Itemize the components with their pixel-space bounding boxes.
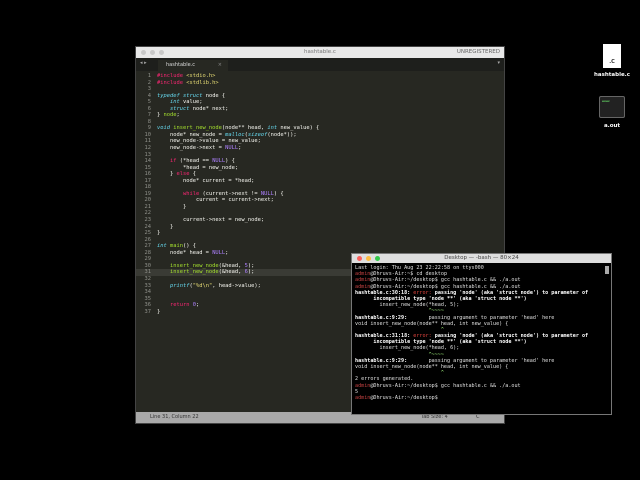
desktop-icon-a-out[interactable]: exec a.out — [590, 96, 634, 129]
terminal-titlebar: Desktop — -bash — 80×24 — [352, 254, 611, 263]
code-text: while (current->next != NULL) { — [182, 190, 284, 197]
window-controls[interactable] — [357, 256, 380, 261]
code-text: #include <stdio.h> — [157, 73, 216, 79]
terminal-text: @Dhruvs-Air:~/desktop$ — [370, 394, 441, 401]
terminal-title: Desktop — -bash — 80×24 — [444, 255, 519, 261]
terminal-text: @Dhruvs-Air:~/desktop$ gcc hashtable.c &… — [370, 283, 521, 290]
close-button[interactable] — [357, 256, 362, 261]
code-text: struct node* next; — [169, 105, 229, 112]
zoom-button[interactable] — [375, 256, 380, 261]
code-text: printf("%d\n", head->value); — [169, 282, 261, 289]
minimize-button[interactable] — [150, 50, 155, 55]
code-text: int value; — [169, 99, 203, 106]
terminal-text: passing argument to parameter 'head' her… — [410, 314, 555, 321]
terminal-text: ^ — [355, 370, 444, 377]
terminal-text: ^~~~~ — [355, 308, 444, 315]
terminal-text: admin — [355, 382, 371, 389]
window-controls[interactable] — [141, 50, 164, 55]
terminal-text: ^ — [355, 326, 444, 333]
minimize-button[interactable] — [366, 256, 371, 261]
code-text: *head = new_node; — [157, 164, 239, 171]
terminal-text: insert_new_node(*head, 6); — [355, 345, 460, 352]
cursor-position: Line 31, Column 22 — [150, 414, 199, 420]
code-text: node* current = *head; — [157, 177, 255, 184]
code-text: } — [157, 203, 187, 210]
terminal-text: 5 — [355, 388, 359, 395]
zoom-button[interactable] — [159, 50, 164, 55]
terminal-text: void insert_new_node(node** head, int ne… — [355, 320, 509, 327]
window-title: hashtable.c — [304, 49, 336, 55]
terminal-text: passing 'node' (aka 'struct node') to pa… — [434, 289, 589, 296]
code-text: new_node->value = new_value; — [157, 138, 261, 145]
unregistered-label: UNREGISTERED — [456, 49, 500, 55]
code-text: void insert_new_node(node** head, int ne… — [157, 125, 320, 132]
code-text: current = current->next; — [157, 197, 274, 204]
tab-menu-chevron-icon[interactable]: ▾ — [497, 60, 500, 66]
code-text: if (*head == NULL) { — [169, 158, 235, 165]
terminal-text: incompatible type 'node **' (aka 'struct… — [355, 295, 527, 302]
desktop-icon-hashtable-c[interactable]: .C hashtable.c — [590, 44, 634, 78]
code-text: } else { — [157, 171, 196, 178]
terminal-text: error: — [413, 333, 435, 340]
terminal-text: incompatible type 'node **' (aka 'struct… — [355, 339, 527, 346]
code-text: } — [157, 308, 161, 315]
code-text: } node; — [157, 112, 180, 119]
close-button[interactable] — [141, 50, 146, 55]
terminal-text: void insert_new_node(node** head, int ne… — [355, 364, 509, 370]
executable-icon: exec — [599, 96, 625, 118]
terminal-line: admin@Dhruvs-Air:~/desktop$ — [355, 395, 608, 401]
code-text: new_node->next = NULL; — [157, 145, 242, 152]
code-text: typedef struct node { — [157, 92, 226, 99]
code-text: insert_new_node(&head, 6); — [169, 269, 255, 276]
terminal-text: Last login: Thu Aug 23 22:22:58 on ttys0… — [355, 265, 484, 271]
terminal-text: admin — [355, 394, 371, 401]
code-text: current->next = new_node; — [157, 217, 265, 224]
tab-bar: ◂ ▸ hashtable.c × ▾ — [136, 58, 504, 71]
c-file-icon: .C — [603, 44, 621, 68]
tab-close-icon[interactable]: × — [218, 60, 222, 71]
code-text: node* head = NULL; — [157, 249, 229, 256]
scrollbar[interactable] — [605, 266, 609, 274]
icon-label: hashtable.c — [593, 72, 631, 78]
terminal-text: admin — [355, 277, 371, 284]
terminal-window: Desktop — -bash — 80×24 Last login: Thu … — [351, 253, 612, 415]
terminal-text: hashtable.c:9:29: — [355, 357, 411, 364]
code-text: return 0; — [169, 302, 200, 309]
tab-hashtable-c[interactable]: hashtable.c × — [158, 60, 228, 71]
icon-label: a.out — [603, 123, 621, 129]
terminal-text: insert_new_node(*head, 5); — [355, 302, 460, 309]
terminal-text: admin — [355, 283, 371, 290]
terminal-text: @Dhruvs-Air:~$ cd desktop — [370, 271, 448, 278]
code-text: insert_new_node(&head, 5); — [169, 262, 255, 269]
terminal-text: hashtable.c:30:18: — [355, 289, 414, 296]
terminal-output[interactable]: Last login: Thu Aug 23 22:22:58 on ttys0… — [352, 263, 611, 403]
tab-label: hashtable.c — [166, 62, 196, 68]
tab-nav-arrows-icon[interactable]: ◂ ▸ — [140, 60, 147, 66]
terminal-text: error: — [413, 289, 435, 296]
code-text: int main() { — [157, 243, 196, 250]
terminal-text: passing 'node' (aka 'struct node') to pa… — [434, 333, 589, 340]
terminal-text: 2 errors generated. — [355, 376, 414, 383]
code-text: } — [157, 230, 161, 237]
terminal-text: admin — [355, 271, 371, 278]
terminal-text: ^~~~~ — [355, 351, 444, 358]
terminal-text: @Dhruvs-Air:~/desktop$ gcc hashtable.c &… — [370, 382, 521, 389]
terminal-text: @Dhruvs-Air:~/desktop$ gcc hashtable.c &… — [370, 277, 521, 284]
terminal-text: hashtable.c:31:18: — [355, 333, 414, 340]
code-text: #include <stdlib.h> — [157, 79, 219, 86]
editor-titlebar: hashtable.c UNREGISTERED — [136, 47, 504, 58]
terminal-text: passing argument to parameter 'head' her… — [410, 357, 555, 364]
line-number: 37 — [144, 308, 152, 315]
code-text: node* new_node = malloc(sizeof(node*)); — [157, 131, 297, 138]
code-text: } — [157, 223, 174, 230]
terminal-text: hashtable.c:9:29: — [355, 314, 411, 321]
